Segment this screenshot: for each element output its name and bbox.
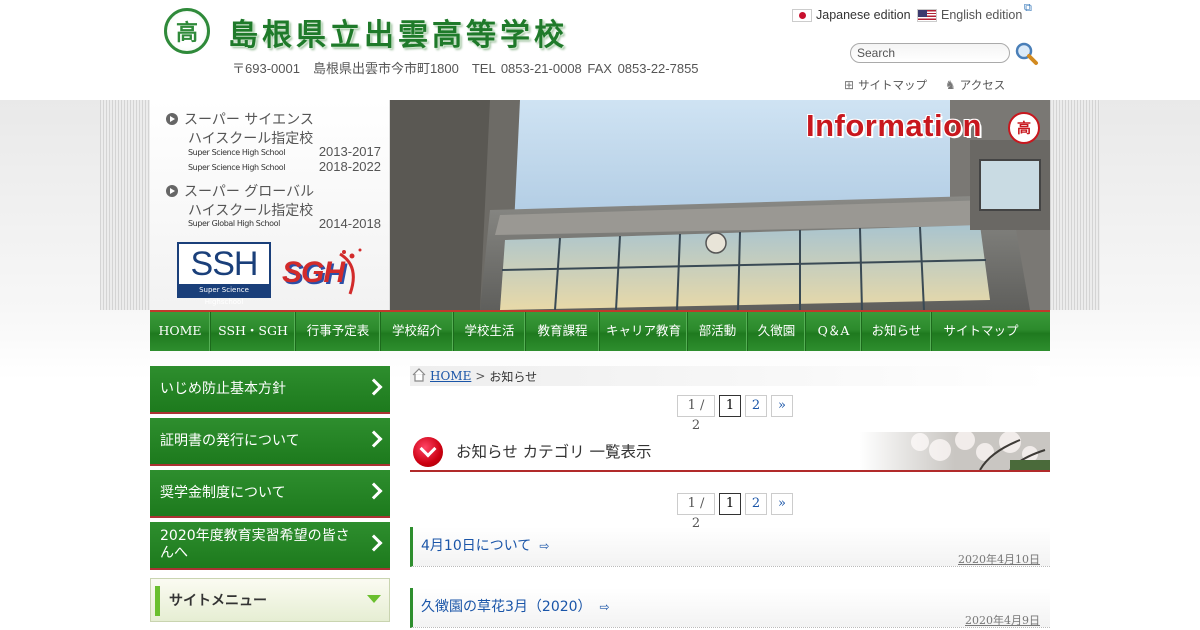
sidebar-item-certificates[interactable]: 証明書の発行について xyxy=(150,418,390,466)
japanese-edition-label: Japanese edition xyxy=(816,8,911,22)
pager-bottom: 1 / 2 1 2 » xyxy=(677,493,793,531)
site-header: 高 島根県立出雲高等学校 〒693-0001 島根県出雲市今市町1800 TEL… xyxy=(100,0,1100,100)
japanese-edition-link[interactable]: Japanese edition xyxy=(792,8,911,22)
search-icon[interactable] xyxy=(1013,41,1039,67)
chevron-right-icon xyxy=(365,482,383,500)
breadcrumb-current: お知らせ xyxy=(489,369,538,384)
sgh-logo[interactable]: SGH xyxy=(280,246,376,300)
nav-item-home[interactable]: HOME xyxy=(150,312,211,351)
nav-item-curriculum[interactable]: 教育課程 xyxy=(526,312,600,351)
nav-item-career[interactable]: キャリア教育 xyxy=(600,312,688,351)
sidebar-item-label: 2020年度教育実習希望の皆さんへ xyxy=(160,528,350,561)
school-name[interactable]: 島根県立出雲高等学校 xyxy=(228,10,568,54)
news-title-link[interactable]: 久徴園の草花3月（2020） ⇨ xyxy=(421,596,610,616)
walking-icon: ♞ xyxy=(945,78,956,92)
news-date: 2020年4月9日 xyxy=(965,614,1040,627)
ssh-subtitle: ハイスクール指定校 xyxy=(188,131,314,147)
page-count: 1 / 2 xyxy=(677,395,715,433)
school-emblem-icon[interactable]: 高 xyxy=(164,8,210,54)
sitemap-icon: ⊞ xyxy=(844,78,855,92)
chevron-right-icon xyxy=(365,534,383,552)
nav-item-schedule[interactable]: 行事予定表 xyxy=(296,312,381,351)
chevron-down-icon xyxy=(367,595,381,603)
sidebar-item-scholarship[interactable]: 奨学金制度について xyxy=(150,470,390,518)
page-count: 1 / 2 xyxy=(677,493,715,531)
play-circle-icon xyxy=(166,113,178,125)
english-edition-label: English edition xyxy=(941,8,1023,22)
ssh-years-2: 2018-2022 xyxy=(318,159,381,174)
category-header: お知らせ カテゴリ 一覧表示 xyxy=(410,432,1050,472)
breadcrumb: HOME > お知らせ xyxy=(410,366,1050,386)
external-link-icon: ⧉ xyxy=(1024,1,1032,14)
information-title: Information xyxy=(806,108,982,143)
ssh-logo[interactable]: SSH Super Science Highschool xyxy=(177,242,271,306)
home-icon xyxy=(412,368,426,382)
ssh-years-1: 2013-2017 xyxy=(318,144,381,159)
access-link[interactable]: ♞ アクセス xyxy=(945,77,1005,93)
nav-item-news[interactable]: お知らせ xyxy=(862,312,932,351)
page-next-link[interactable]: » xyxy=(771,395,793,417)
pager-top: 1 / 2 1 2 » xyxy=(677,395,793,433)
breadcrumb-home-link[interactable]: HOME xyxy=(430,369,471,383)
chevron-right-icon xyxy=(365,430,383,448)
page-2-link[interactable]: 2 xyxy=(745,493,767,515)
nav-item-kyuchoen[interactable]: 久徴園 xyxy=(748,312,806,351)
cherry-blossom-image xyxy=(860,432,1050,470)
sgh-en-label: Super Global High School xyxy=(188,219,280,228)
news-date: 2020年4月10日 xyxy=(958,553,1040,566)
external-link-icon: ⇨ xyxy=(539,539,550,553)
global-nav: HOME SSH・SGH 行事予定表 学校紹介 学校生活 教育課程 キャリア教育… xyxy=(150,310,1050,351)
sitemap-link[interactable]: ⊞ サイトマップ xyxy=(844,77,927,93)
chevron-right-icon xyxy=(365,378,383,396)
external-link-icon: ⇨ xyxy=(599,600,610,614)
page-2-link[interactable]: 2 xyxy=(745,395,767,417)
news-title-link[interactable]: 4月10日について ⇨ xyxy=(421,535,549,555)
sidebar-item-teaching-practice[interactable]: 2020年度教育実習希望の皆さんへ xyxy=(150,522,390,570)
page-container: 高 島根県立出雲高等学校 〒693-0001 島根県出雲市今市町1800 TEL… xyxy=(100,0,1100,630)
search-input[interactable] xyxy=(850,43,1010,63)
ssh-logo-sub: Super Science Highschool xyxy=(179,284,269,306)
breadcrumb-separator: > xyxy=(475,369,486,383)
sidebar-item-anti-bullying[interactable]: いじめ防止基本方針 xyxy=(150,366,390,414)
nav-item-ssh-sgh[interactable]: SSH・SGH xyxy=(211,312,296,351)
nav-item-school-life[interactable]: 学校生活 xyxy=(454,312,526,351)
site-menu-label: サイトメニュー xyxy=(169,593,267,609)
sgh-logo-text: SGH xyxy=(282,256,345,289)
japan-flag-icon xyxy=(792,8,812,22)
ssh-en-label-1: Super Science High School xyxy=(188,148,286,157)
play-circle-icon xyxy=(166,185,178,197)
us-flag-icon xyxy=(917,8,937,22)
site-menu-accent xyxy=(155,586,160,616)
category-title: お知らせ カテゴリ 一覧表示 xyxy=(456,443,652,461)
sitemap-label: サイトマップ xyxy=(858,78,928,92)
site-menu-toggle[interactable]: サイトメニュー xyxy=(150,578,390,622)
sidebar-item-label: 証明書の発行について xyxy=(160,432,300,449)
sgh-title: スーパー グローバル xyxy=(166,185,314,200)
ssh-sgh-panel[interactable]: スーパー サイエンス ハイスクール指定校 Super Science High … xyxy=(150,100,390,310)
school-building-photo: Information 高 xyxy=(390,100,1050,310)
sgh-subtitle: ハイスクール指定校 xyxy=(188,203,314,219)
sgh-years: 2014-2018 xyxy=(318,216,381,231)
nav-item-qa[interactable]: Q＆A xyxy=(806,312,862,351)
chevron-down-circle-icon xyxy=(413,437,443,467)
news-item[interactable]: 久徴園の草花3月（2020） ⇨ 2020年4月9日 xyxy=(410,588,1050,628)
ssh-title: スーパー サイエンス xyxy=(166,113,314,128)
school-address: 〒693-0001 島根県出雲市今市町1800 TEL 0853-21-0008… xyxy=(232,61,699,76)
news-item[interactable]: 4月10日について ⇨ 2020年4月10日 xyxy=(410,527,1050,567)
ssh-en-label-2: Super Science High School xyxy=(188,163,286,172)
page-next-link[interactable]: » xyxy=(771,493,793,515)
nav-item-clubs[interactable]: 部活動 xyxy=(688,312,748,351)
access-label: アクセス xyxy=(959,78,1006,92)
information-emblem-icon: 高 xyxy=(1008,112,1040,144)
page-current: 1 xyxy=(719,493,741,515)
banner: スーパー サイエンス ハイスクール指定校 Super Science High … xyxy=(150,100,1050,310)
nav-item-sitemap[interactable]: サイトマップ xyxy=(932,312,1030,351)
sidebar-item-label: 奨学金制度について xyxy=(160,484,286,501)
nav-item-about[interactable]: 学校紹介 xyxy=(381,312,454,351)
ssh-logo-text: SSH xyxy=(190,245,259,283)
english-edition-link[interactable]: English edition xyxy=(917,8,1022,22)
sidebar-item-label: いじめ防止基本方針 xyxy=(160,380,286,397)
page-current: 1 xyxy=(719,395,741,417)
